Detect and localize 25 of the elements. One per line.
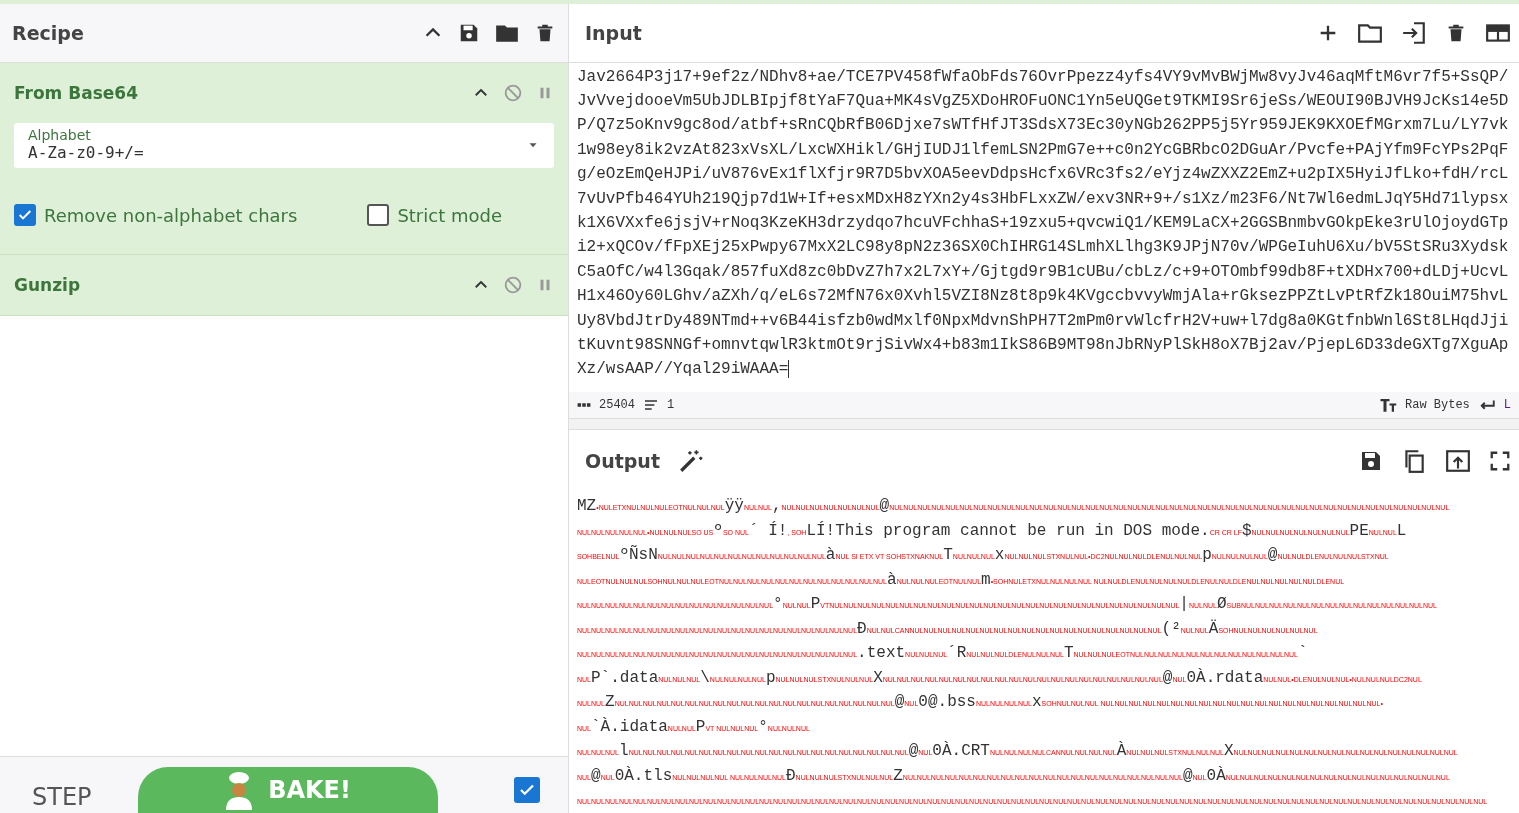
alphabet-field[interactable]: Alphabet A-Za-z0-9+/=	[14, 123, 554, 168]
output-title: Output	[585, 449, 660, 472]
recipe-title: Recipe	[12, 22, 85, 44]
save-icon[interactable]	[458, 22, 480, 44]
option-label: Remove non-alphabet chars	[44, 204, 298, 226]
text-size-icon[interactable]	[1379, 396, 1397, 415]
input-title: Input	[585, 21, 643, 44]
option-label: Strict mode	[397, 204, 502, 226]
checkbox[interactable]	[14, 204, 36, 226]
input-text[interactable]: Jav2664P3j17+9ef2z/NDhv8+ae/TCE7PV458fWfaObFds76OvrPpezz4yfs4VY9vMvBWjMw8vyJv46aqMftM6vr7f5+SsQP/ JvVvejdooeVm5UbJDLBIpjf8tYaF7Qua+MK4sVgZ5XDoHROFuONC1Yn5eUQGet9TKMI9Sr6jeSs/WEOUI90BJVH9JcKs14e5D P/Q7z5oKnv9gc8od/atbf+sRnCQbRfB06Djxe7sWTfHfJT3SdsX73Ec30yNGb262PP5j5Yr959JEK9KXOEfMGrxm7Lu/LY7vk 1w98ey8ik2vzAt823xVsXL/LxcWXHikl/GHjIUDJ1lfemLSN2PmG7e++c0n2YcGBRbcO2DGuAr/Pvcfe+PAjYfm9FcYPs2PqF g/eOzEmQeHJPi/uV876vEx1flXfjr9R7D5bvXOA5eevDdpsHcfx6VRc3fs2/eYjz4wZXXZ2EmZ+u2pIX5HyiJfLko+fdH/rcL 7vUvPfb464YUh219Qjp7d1W+If+esxMDxH8zYXn2y4s3HbFLxxZW/exv3NR+9+/s1Xz/m23F6/Nt7Wl6edmLJqY5Hd71lypsx k1X6VXxfe6jsjV+rNoq3KzeKH3drzydqo7hcuVFchhaS+19zxu5+qvcwiQ1/KEM9LaCX+2GGSBnmbvGOkpEke3rUlOjoydGTp i2+xQCOv/fFpXEj25xPwpy67MxX2LC98y8pN2z36SX0ChIHRG14SLmhXLlhg3K9JPjN70v/WPGeIuhU6Xu/bV5StSRu3Xydsk C5aOfC/w4l3Gqak/857fuXd8zc0bDvZ7h7x2L7xY+/Gjtgd9r9B1cUBu/cbLz/c+9+OTOmbf99db8F+tXDHx700+dLDj+UcvL H1x46Oy60LGhv/aZXh/q/eL6s72MfN76x0Xvhl5VZI8Nz8t8p9k4KVgccbvvyWmjAla+rGksezPPZtLvPtRfZk18OuiM75hvL Uy8VbdJtrDy489NTmd++v6B44isfzb0wdMxlf0NpxMdvnShPH7T2mPm0rvWlcfrH2V+uw+l7dg8a0KGtfnbWnl6St8LHqdJji tKuvnt98SNNGf+omnvtqwlR3ktmOt9rjSivWx4+b83m1IkS86B9MT98nJbRNyPlSkH8oX7Bj2av/PjepL6D33deGXTg7XguAp Xz/wsAAP//Yqal29iWAAA=	[569, 62, 1519, 393]
auto-bake-checkbox[interactable]	[513, 777, 540, 803]
line-count: 1	[667, 398, 675, 413]
fullscreen-icon[interactable]	[1489, 449, 1511, 472]
encoding-label[interactable]: Raw Bytes	[1405, 398, 1470, 413]
chef-icon	[224, 770, 255, 810]
resize-handle[interactable]	[569, 419, 1519, 430]
length-count: 25404	[599, 398, 635, 413]
operation-name: Gunzip	[14, 275, 82, 295]
step-button[interactable]: STEP	[26, 782, 98, 813]
eol-label[interactable]: L	[1503, 398, 1511, 413]
checkbox[interactable]	[367, 204, 390, 226]
magic-wand-icon[interactable]	[678, 447, 704, 474]
sign-in-icon[interactable]	[1401, 19, 1427, 46]
operation-name: From Base64	[14, 83, 139, 103]
upload-icon[interactable]	[1445, 447, 1471, 474]
